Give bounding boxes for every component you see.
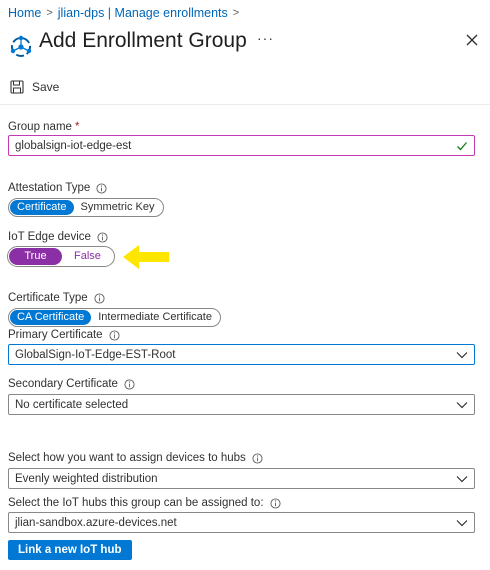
iot-hubs-value: jlian-sandbox.azure-devices.net — [15, 516, 177, 529]
attestation-type-label: Attestation Type — [8, 182, 107, 194]
dps-service-icon — [10, 35, 32, 57]
certificate-type-label: Certificate Type — [8, 292, 105, 304]
iot-hubs-label: Select the IoT hubs this group can be as… — [8, 497, 281, 509]
primary-certificate-label-text: Primary Certificate — [8, 329, 103, 341]
secondary-certificate-value: No certificate selected — [15, 398, 129, 411]
save-label: Save — [32, 80, 60, 94]
assignment-policy-value: Evenly weighted distribution — [15, 472, 158, 485]
toolbar-divider — [0, 104, 490, 105]
more-options-icon[interactable]: ··· — [257, 30, 274, 46]
info-icon[interactable] — [269, 497, 281, 509]
iot-hubs-dropdown[interactable]: jlian-sandbox.azure-devices.net — [8, 512, 475, 533]
annotation-arrow-icon — [123, 245, 169, 269]
chevron-down-icon — [456, 519, 468, 526]
group-name-label: Group name * — [8, 121, 79, 133]
iot-hubs-label-text: Select the IoT hubs this group can be as… — [8, 497, 264, 509]
certificate-type-label-text: Certificate Type — [8, 292, 88, 304]
secondary-certificate-label: Secondary Certificate — [8, 378, 135, 390]
chevron-down-icon — [456, 401, 468, 408]
breadcrumb-manage-enrollments[interactable]: jlian-dps | Manage enrollments — [58, 6, 228, 20]
attestation-type-toggle: Certificate Symmetric Key — [8, 198, 164, 217]
chevron-down-icon — [456, 351, 468, 358]
secondary-certificate-dropdown[interactable]: No certificate selected — [8, 394, 475, 415]
attestation-option-certificate[interactable]: Certificate — [10, 200, 74, 215]
close-icon[interactable] — [464, 32, 480, 48]
iot-edge-option-true[interactable]: True — [9, 248, 62, 265]
breadcrumb-separator-icon: > — [46, 7, 53, 19]
info-icon[interactable] — [97, 231, 108, 243]
info-icon[interactable] — [124, 378, 135, 390]
assignment-policy-dropdown[interactable]: Evenly weighted distribution — [8, 468, 475, 489]
breadcrumb-home[interactable]: Home — [8, 6, 41, 20]
assignment-policy-label: Select how you want to assign devices to… — [8, 452, 263, 464]
primary-certificate-value: GlobalSign-IoT-Edge-EST-Root — [15, 348, 176, 361]
info-icon[interactable] — [252, 452, 263, 464]
save-button[interactable]: Save — [10, 80, 59, 94]
cert-type-option-ca[interactable]: CA Certificate — [10, 310, 92, 325]
group-name-label-text: Group name — [8, 121, 72, 133]
primary-certificate-label: Primary Certificate — [8, 329, 120, 341]
breadcrumb-separator-icon: > — [232, 7, 240, 19]
primary-certificate-dropdown[interactable]: GlobalSign-IoT-Edge-EST-Root — [8, 344, 475, 365]
certificate-type-toggle: CA Certificate Intermediate Certificate — [8, 308, 221, 327]
iot-edge-toggle: True False — [7, 246, 115, 267]
secondary-certificate-label-text: Secondary Certificate — [8, 378, 118, 390]
iot-edge-label: IoT Edge device — [8, 231, 108, 243]
iot-edge-option-false[interactable]: False — [62, 248, 113, 265]
save-icon — [10, 80, 24, 94]
info-icon[interactable] — [96, 182, 107, 194]
info-icon[interactable] — [94, 292, 105, 304]
valid-check-icon — [457, 141, 467, 150]
group-name-value: globalsign-iot-edge-est — [15, 139, 132, 152]
attestation-type-label-text: Attestation Type — [8, 182, 91, 194]
attestation-option-symmetric-key[interactable]: Symmetric Key — [74, 200, 162, 215]
link-iot-hub-button[interactable]: Link a new IoT hub — [8, 540, 132, 560]
info-icon[interactable] — [109, 329, 120, 341]
group-name-input[interactable]: globalsign-iot-edge-est — [8, 135, 475, 156]
breadcrumb: Home > jlian-dps | Manage enrollments > — [8, 6, 244, 20]
iot-edge-label-text: IoT Edge device — [8, 231, 91, 243]
chevron-down-icon — [456, 475, 468, 482]
page-title: Add Enrollment Group — [39, 29, 247, 52]
required-marker: * — [74, 121, 80, 133]
assignment-policy-label-text: Select how you want to assign devices to… — [8, 452, 246, 464]
cert-type-option-intermediate[interactable]: Intermediate Certificate — [91, 310, 219, 325]
